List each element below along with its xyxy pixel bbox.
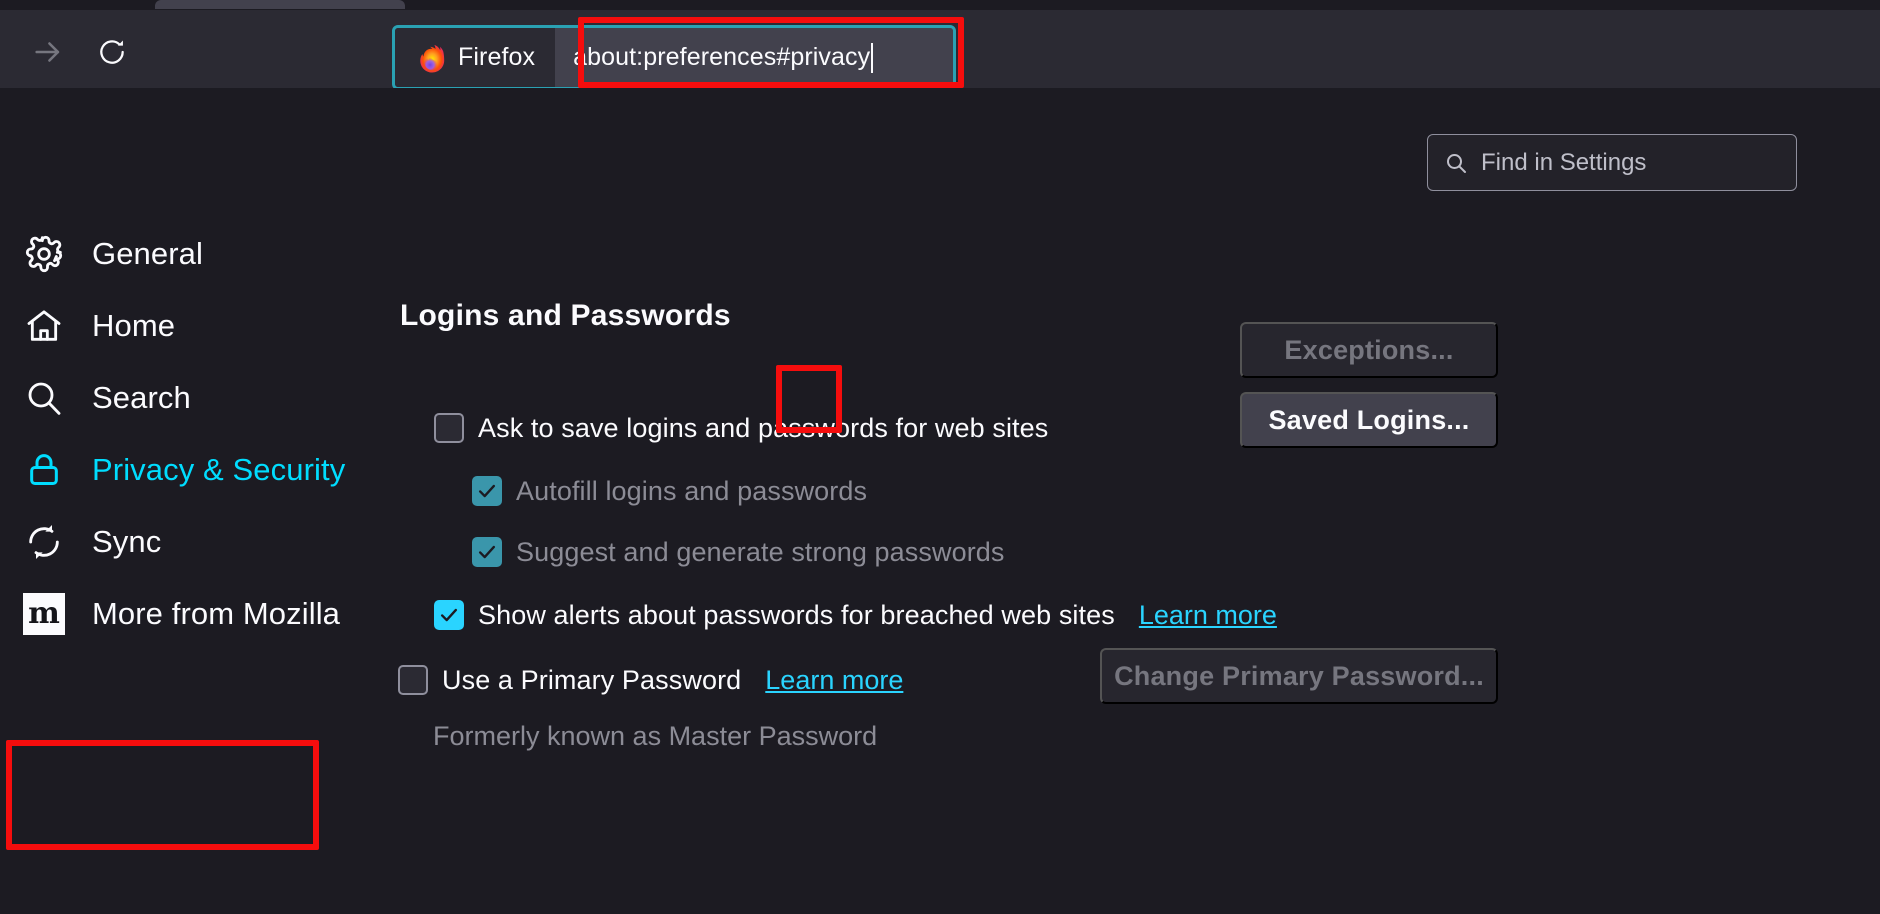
primary-password-note: Formerly known as Master Password xyxy=(433,721,878,751)
home-icon xyxy=(22,304,66,348)
settings-sidebar: General Home Search Privacy & Security S… xyxy=(0,218,400,850)
arrow-right-icon xyxy=(35,42,60,62)
pref-row-suggest-passwords[interactable]: Suggest and generate strong passwords xyxy=(472,532,1005,572)
learn-more-link-primary-password[interactable]: Learn more xyxy=(765,665,903,696)
checkmark-icon xyxy=(440,608,458,622)
mozilla-wordmark-icon: m xyxy=(22,592,66,636)
pref-label: Show alerts about passwords for breached… xyxy=(478,599,1115,630)
search-icon xyxy=(1447,153,1466,173)
pref-row-breach-alerts[interactable]: Show alerts about passwords for breached… xyxy=(434,595,1277,635)
reload-icon xyxy=(100,40,124,64)
sidebar-item-label: Sync xyxy=(92,524,162,559)
suggest-passwords-checkbox[interactable] xyxy=(472,537,502,567)
page-title: Logins and Passwords xyxy=(400,298,731,332)
browser-chrome: Firefox about:preferences#privacy xyxy=(0,0,1880,90)
checkmark-icon xyxy=(478,484,496,498)
urlbar-brand-label: Firefox xyxy=(458,43,536,71)
pref-row-primary-password[interactable]: Use a Primary Password Learn more xyxy=(398,660,903,700)
urlbar-input-text: about:preferences#privacy xyxy=(573,43,871,71)
sidebar-item-more-from-mozilla[interactable]: m More from Mozilla xyxy=(0,578,400,650)
breach-alerts-checkbox[interactable] xyxy=(434,600,464,630)
tab-strip xyxy=(0,0,1880,10)
search-input[interactable]: Find in Settings xyxy=(1427,134,1797,191)
pref-label: Suggest and generate strong passwords xyxy=(516,536,1005,567)
ask-to-save-logins-checkbox[interactable] xyxy=(434,413,464,443)
pref-row-autofill[interactable]: Autofill logins and passwords xyxy=(472,471,867,511)
sidebar-item-label: Privacy & Security xyxy=(92,452,346,487)
sidebar-item-label: More from Mozilla xyxy=(92,596,341,631)
use-primary-password-checkbox[interactable] xyxy=(398,665,428,695)
reload-button[interactable] xyxy=(90,30,134,74)
sidebar-item-label: Search xyxy=(92,380,191,415)
exceptions-button[interactable]: Exceptions... xyxy=(1240,322,1498,378)
pref-label: Autofill logins and passwords xyxy=(516,475,868,506)
autofill-logins-checkbox[interactable] xyxy=(472,476,502,506)
gear-icon xyxy=(22,232,66,276)
sidebar-item-sync[interactable]: Sync xyxy=(0,506,400,578)
sidebar-item-label: General xyxy=(92,236,203,271)
sidebar-item-privacy-security[interactable]: Privacy & Security xyxy=(0,434,400,506)
browser-tab[interactable] xyxy=(155,0,405,9)
urlbar-input[interactable]: about:preferences#privacy xyxy=(555,28,953,87)
lock-icon xyxy=(22,448,66,492)
sidebar-item-label: Home xyxy=(92,308,176,343)
learn-more-link-breach-alerts[interactable]: Learn more xyxy=(1139,600,1277,631)
change-primary-password-button[interactable]: Change Primary Password... xyxy=(1100,648,1498,704)
firefox-logo-icon xyxy=(420,44,445,73)
sidebar-item-general[interactable]: General xyxy=(0,218,400,290)
forward-button[interactable] xyxy=(26,30,70,74)
sync-icon xyxy=(22,520,66,564)
saved-logins-button[interactable]: Saved Logins... xyxy=(1240,392,1498,448)
navigation-toolbar: Firefox about:preferences#privacy xyxy=(0,10,1880,90)
checkmark-icon xyxy=(478,545,496,559)
preferences-page: Find in Settings General Home Search Pri… xyxy=(0,88,1880,914)
mozilla-wordmark-glyph: m xyxy=(23,593,65,635)
search-input-placeholder: Find in Settings xyxy=(1481,148,1647,176)
sidebar-item-search[interactable]: Search xyxy=(0,362,400,434)
search-icon xyxy=(22,376,66,420)
pref-row-ask-to-save[interactable]: Ask to save logins and passwords for web… xyxy=(434,408,1048,448)
pref-label: Ask to save logins and passwords for web… xyxy=(478,412,1049,443)
sidebar-item-home[interactable]: Home xyxy=(0,290,400,362)
urlbar-brand-chip[interactable]: Firefox xyxy=(395,28,556,87)
text-caret xyxy=(871,42,874,73)
url-bar[interactable]: Firefox about:preferences#privacy xyxy=(392,25,956,90)
pref-label: Use a Primary Password xyxy=(442,664,742,695)
annotation-box-sidebar xyxy=(6,740,319,850)
